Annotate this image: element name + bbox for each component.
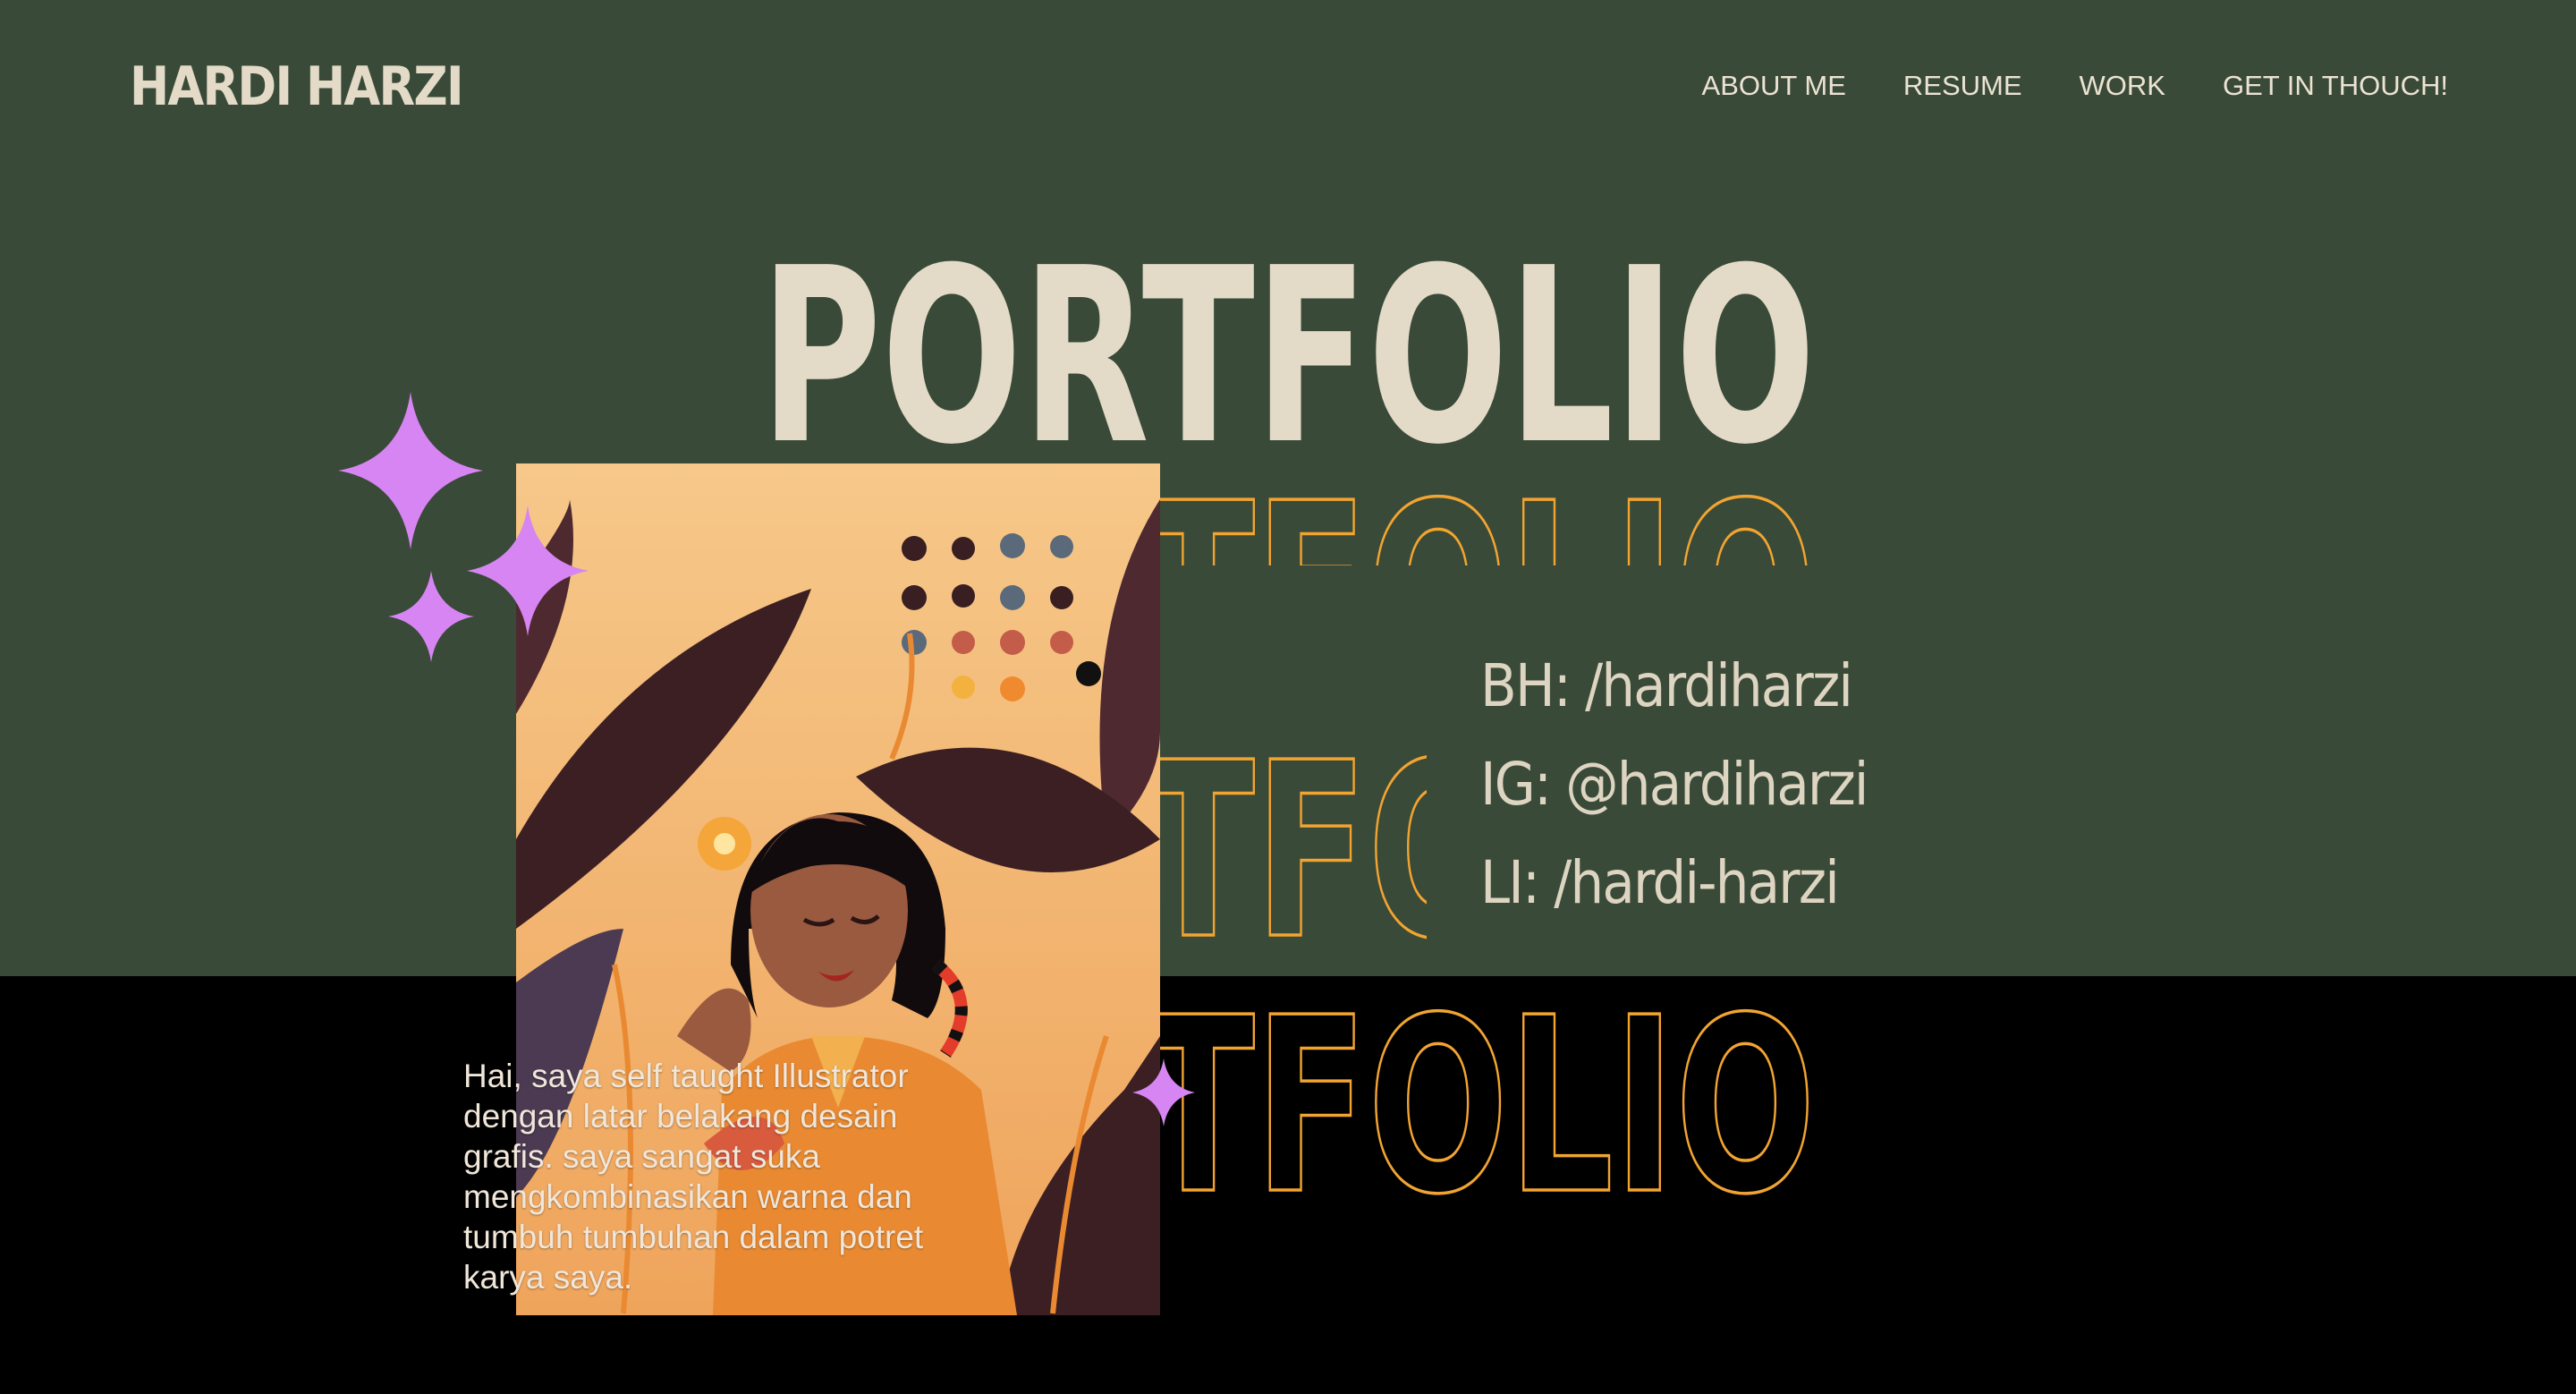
nav-about-me[interactable]: ABOUT ME bbox=[1702, 70, 1846, 102]
nav-get-in-touch[interactable]: GET IN THOUCH! bbox=[2223, 70, 2448, 102]
sparkle-small-icon bbox=[388, 571, 474, 662]
instagram-link[interactable]: IG: @hardiharzi bbox=[1480, 735, 1868, 834]
linkedin-link[interactable]: LI: /hardi-harzi bbox=[1480, 834, 1868, 932]
contact-links: BH: /hardiharzi IG: @hardiharzi LI: /har… bbox=[1480, 637, 1911, 932]
nav-resume[interactable]: RESUME bbox=[1903, 70, 2022, 102]
sparkle-right-icon bbox=[1132, 1058, 1195, 1126]
main-nav: ABOUT ME RESUME WORK GET IN THOUCH! bbox=[1702, 70, 2448, 102]
sparkle-large-icon bbox=[338, 392, 483, 549]
sparkle-medium-icon bbox=[467, 506, 589, 636]
bio-text: Hai, saya self taught Illustrator dengan… bbox=[463, 1058, 924, 1296]
behance-link[interactable]: BH: /hardiharzi bbox=[1480, 637, 1868, 735]
nav-work[interactable]: WORK bbox=[2080, 70, 2165, 102]
logo[interactable]: HARDI HARZI bbox=[130, 55, 464, 118]
